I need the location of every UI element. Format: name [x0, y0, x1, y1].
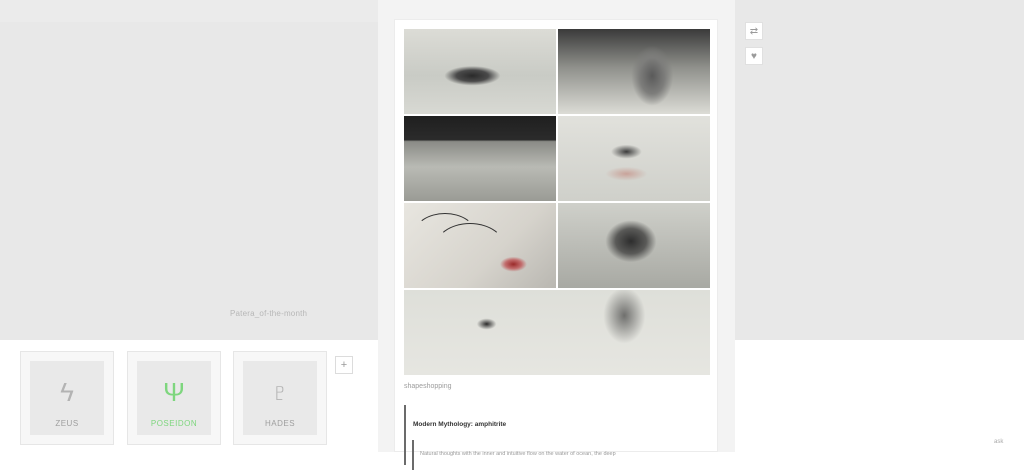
- nav-tile: ϟ ZEUS: [30, 361, 104, 435]
- more-nav-button[interactable]: +: [335, 356, 353, 374]
- nav-card-zeus[interactable]: ϟ ZEUS: [20, 351, 114, 445]
- ask-link[interactable]: ask: [994, 439, 1003, 445]
- photo-6[interactable]: [558, 203, 710, 288]
- nav-tile: ♇ HADES: [243, 361, 317, 435]
- left-header-panel: Patera_of-the-month: [0, 0, 378, 340]
- nav-label-poseidon: POSEIDON: [150, 419, 198, 428]
- heart-icon: ♥: [751, 50, 757, 62]
- photo-4[interactable]: [558, 116, 710, 201]
- nested-quote: Natural thoughts with the inner and intu…: [412, 440, 704, 470]
- photoset: [404, 29, 710, 375]
- reblog-icon: ⇄: [749, 25, 759, 37]
- quote-title[interactable]: Modern Mythology: amphitrite: [413, 421, 506, 428]
- nav-label-hades: HADES: [264, 419, 296, 428]
- top-strip: [0, 0, 378, 22]
- lightning-icon: ϟ: [60, 377, 74, 407]
- nav-card-hades[interactable]: ♇ HADES: [233, 351, 327, 445]
- post-quote: Modern Mythology: amphitrite Natural tho…: [404, 405, 712, 470]
- reblog-button[interactable]: ⇄: [745, 22, 763, 40]
- photo-3[interactable]: [404, 116, 556, 201]
- hair-stroke: [434, 223, 506, 275]
- right-header-panel: [735, 0, 1024, 340]
- photo-7[interactable]: [404, 290, 710, 375]
- nav-tile: Ψ POSEIDON: [137, 361, 211, 435]
- photo-5[interactable]: [404, 203, 556, 288]
- nav-card-poseidon[interactable]: Ψ POSEIDON: [127, 351, 221, 445]
- photo-post: shapeshopping Modern Mythology: amphitri…: [394, 19, 718, 470]
- trident-icon: Ψ: [163, 377, 185, 407]
- photo-1[interactable]: [404, 29, 556, 114]
- header-caption: Patera_of-the-month: [230, 309, 308, 318]
- post-source[interactable]: shapeshopping: [404, 383, 452, 390]
- nav-label-zeus: ZEUS: [55, 419, 79, 428]
- photo-2[interactable]: [558, 29, 710, 114]
- pluto-symbol-icon: ♇: [270, 377, 290, 407]
- like-button[interactable]: ♥: [745, 47, 763, 65]
